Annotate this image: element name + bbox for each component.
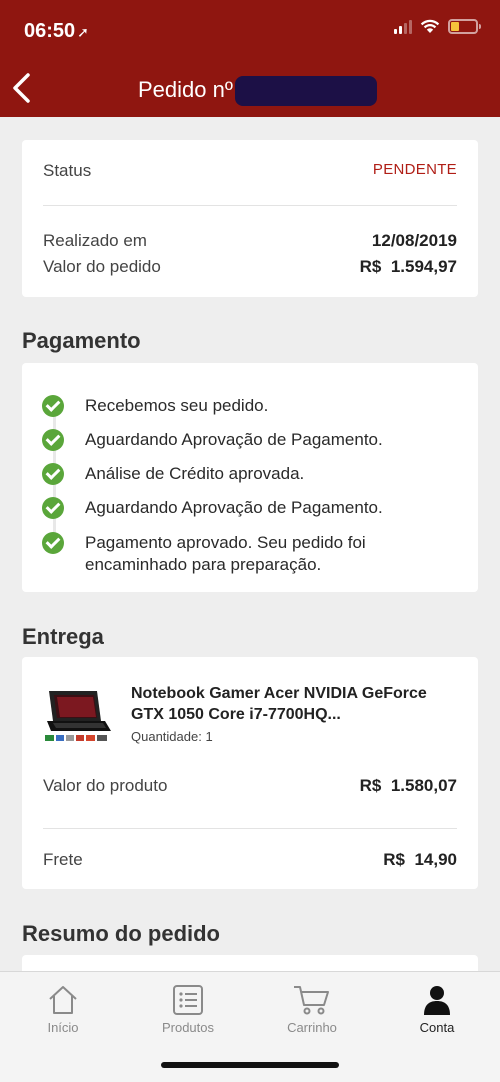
- payment-card: Recebemos seu pedido. Aguardando Aprovaç…: [22, 363, 478, 592]
- payment-step: Aguardando Aprovação de Pagamento.: [42, 429, 383, 451]
- check-icon: [42, 497, 64, 519]
- page-title: Pedido nº: [138, 76, 377, 106]
- redacted-order-number: [234, 76, 377, 106]
- check-icon: [42, 395, 64, 417]
- chevron-left-icon[interactable]: [10, 70, 34, 106]
- wifi-icon: [420, 19, 440, 33]
- payment-step: Análise de Crédito aprovada.: [42, 463, 304, 485]
- tab-carrinho[interactable]: Carrinho: [267, 984, 357, 1035]
- check-icon: [42, 463, 64, 485]
- location-arrow-icon: ➚: [77, 24, 89, 40]
- payment-section-title: Pagamento: [22, 328, 141, 353]
- user-icon: [424, 986, 450, 1015]
- divider: [43, 828, 457, 829]
- product-name[interactable]: Notebook Gamer Acer NVIDIA GeForce GTX 1…: [131, 683, 451, 725]
- shipping-value: R$ 14,90: [383, 850, 457, 869]
- total-label: Valor do pedido: [43, 257, 161, 276]
- order-info-card: Status PENDENTE Realizado em 12/08/2019 …: [22, 140, 478, 297]
- date-value: 12/08/2019: [371, 231, 457, 250]
- delivery-section-title: Entrega: [22, 624, 104, 649]
- payment-step: Pagamento aprovado. Seu pedido foi encam…: [42, 532, 395, 576]
- app-header: 06:50 ➚ Pedido nº: [0, 0, 500, 117]
- tab-conta[interactable]: Conta: [392, 984, 482, 1035]
- list-icon: [173, 985, 203, 1015]
- total-value: R$ 1.594,97: [359, 257, 457, 276]
- cellular-signal-icon: [394, 19, 412, 34]
- home-indicator: [161, 1062, 339, 1068]
- product-value-label: Valor do produto: [43, 776, 168, 795]
- home-icon: [49, 986, 77, 1014]
- summary-section-title: Resumo do pedido: [22, 921, 220, 946]
- cart-icon: [294, 986, 329, 1015]
- shipping-label: Frete: [43, 850, 83, 869]
- delivery-card[interactable]: Notebook Gamer Acer NVIDIA GeForce GTX 1…: [22, 657, 478, 889]
- status-badge: PENDENTE: [372, 161, 457, 178]
- date-label: Realizado em: [43, 231, 147, 250]
- tab-inicio[interactable]: Início: [18, 984, 108, 1035]
- status-indicators: [394, 19, 481, 34]
- status-time: 06:50 ➚: [24, 20, 89, 42]
- battery-icon: [448, 19, 481, 34]
- status-label: Status: [43, 161, 92, 180]
- check-icon: [42, 429, 64, 451]
- check-icon: [42, 532, 64, 554]
- product-quantity: Quantidade: 1: [131, 729, 213, 744]
- divider: [43, 205, 457, 206]
- payment-step: Aguardando Aprovação de Pagamento.: [42, 497, 383, 519]
- product-image: [45, 691, 111, 741]
- product-value: R$ 1.580,07: [359, 776, 457, 795]
- tab-produtos[interactable]: Produtos: [143, 984, 233, 1035]
- payment-step: Recebemos seu pedido.: [42, 395, 268, 417]
